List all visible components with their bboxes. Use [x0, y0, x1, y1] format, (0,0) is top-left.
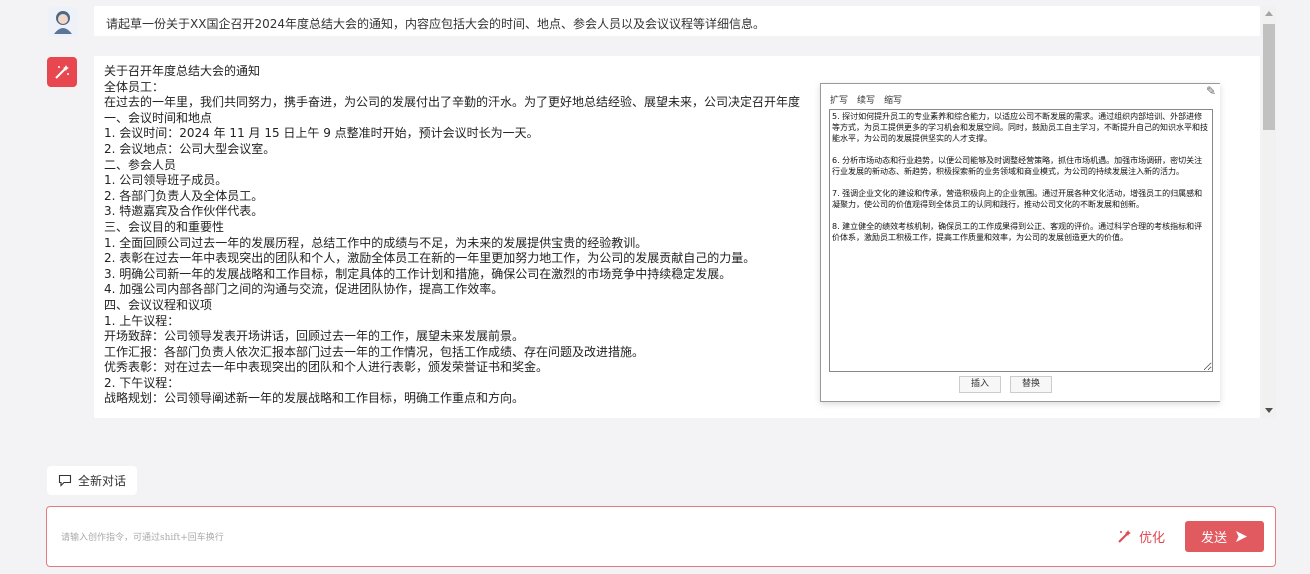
answer-line: 1. 上午议程： — [104, 313, 180, 328]
tab-continue[interactable]: 续写 — [857, 96, 875, 106]
answer-line: 三、会议目的和重要性 — [104, 219, 225, 234]
optimize-wand-icon — [1118, 530, 1131, 543]
chat-scrollbar[interactable] — [1262, 6, 1276, 418]
answer-line: 一、会议时间和地点 — [104, 110, 213, 125]
insert-button[interactable]: 插入 — [959, 376, 1001, 393]
user-prompt-text: 请起草一份关于XX国企召开2024年度总结大会的通知，内容应包括大会的时间、地点… — [106, 17, 765, 31]
rewrite-result-textarea[interactable]: 5. 探讨如何提升员工的专业素养和综合能力，以适应公司不断发展的需求。通过组织内… — [829, 109, 1213, 372]
answer-line: 1. 公司领导班子成员。 — [104, 173, 228, 188]
chat-bubble-icon — [58, 474, 72, 487]
answer-line: 开场致辞：公司领导发表开场讲话，回顾过去一年的工作，展望未来发展前景。 — [104, 329, 525, 344]
send-button[interactable]: 发送 — [1185, 521, 1264, 552]
new-chat-button[interactable]: 全新对话 — [47, 466, 137, 495]
tab-shorten[interactable]: 缩写 — [884, 96, 902, 106]
optimize-label: 优化 — [1139, 531, 1166, 546]
scroll-down-icon[interactable] — [1265, 408, 1273, 413]
user-message: 请起草一份关于XX国企召开2024年度总结大会的通知，内容应包括大会的时间、地点… — [94, 6, 1260, 36]
pin-icon[interactable]: ✎ — [1206, 84, 1216, 98]
replace-button[interactable]: 替换 — [1010, 376, 1052, 393]
answer-line: 二、参会人员 — [104, 157, 177, 172]
new-chat-label: 全新对话 — [77, 474, 126, 488]
answer-line: 2. 各部门负责人及全体员工。 — [104, 188, 264, 203]
answer-line: 2. 下午议程： — [104, 375, 180, 390]
answer-line: 工作汇报：各部门负责人依次汇报本部门过去一年的工作情况，包括工作成绩、存在问题及… — [104, 344, 645, 359]
answer-line: 1. 全面回顾公司过去一年的发展历程，总结工作中的成绩与不足，为未来的发展提供宝… — [104, 235, 648, 250]
magic-wand-icon — [55, 65, 69, 79]
user-avatar-icon — [54, 11, 72, 34]
answer-line: 优秀表彰：对在过去一年中表现突出的团队和个人进行表彰，颁发荣誉证书和奖金。 — [104, 360, 549, 375]
answer-line: 3. 特邀嘉宾及合作伙伴代表。 — [104, 204, 264, 219]
prompt-input-placeholder[interactable]: 请输入创作指令，可通过shift+回车换行 — [61, 530, 224, 543]
answer-line: 全体员工： — [104, 79, 165, 94]
tab-expand[interactable]: 扩写 — [830, 96, 848, 106]
ai-avatar — [47, 57, 77, 87]
answer-line: 2. 会议地点：公司大型会议室。 — [104, 141, 276, 156]
answer-line: 2. 表彰在过去一年中表现突出的团队和个人，激励全体员工在新的一年里更加努力地工… — [104, 251, 756, 266]
answer-line: 4. 加强公司内部各部门之间的沟通与交流，促进团队协作，提高工作效率。 — [104, 282, 504, 297]
optimize-button[interactable]: 优化 — [1117, 527, 1165, 546]
send-label: 发送 — [1200, 531, 1227, 546]
answer-line: 关于召开年度总结大会的通知 — [104, 64, 261, 78]
rewrite-popup: 扩写 续写 缩写 ✎ 5. 探讨如何提升员工的专业素养和综合能力，以适应公司不断发展… — [820, 83, 1220, 402]
answer-line: 战略规划：公司领导阐述新一年的发展战略和工作目标，明确工作重点和方向。 — [104, 391, 525, 406]
ai-answer-text: 关于召开年度总结大会的通知 全体员工： 在过去的一年里，我们共同努力，携手奋进，为公… — [104, 64, 824, 409]
send-arrow-icon — [1236, 531, 1247, 542]
answer-line: 在过去的一年里，我们共同努力，携手奋进，为公司的发展付出了辛勤的汗水。为了更好地… — [104, 95, 801, 110]
rewrite-tabs: 扩写 续写 缩写 — [830, 93, 911, 106]
answer-line: 1. 会议时间：2024 年 11 月 15 日上午 9 点整准时开始，预计会议… — [104, 126, 539, 141]
user-avatar — [48, 7, 78, 37]
prompt-input-box[interactable]: 请输入创作指令，可通过shift+回车换行 优化 发送 — [46, 506, 1276, 567]
answer-line: 3. 明确公司新一年的发展战略和工作目标，制定具体的工作计划和措施，确保公司在激… — [104, 266, 732, 281]
scroll-up-icon[interactable] — [1265, 11, 1273, 16]
scrollbar-thumb[interactable] — [1263, 24, 1275, 130]
answer-line: 四、会议议程和议项 — [104, 297, 213, 312]
